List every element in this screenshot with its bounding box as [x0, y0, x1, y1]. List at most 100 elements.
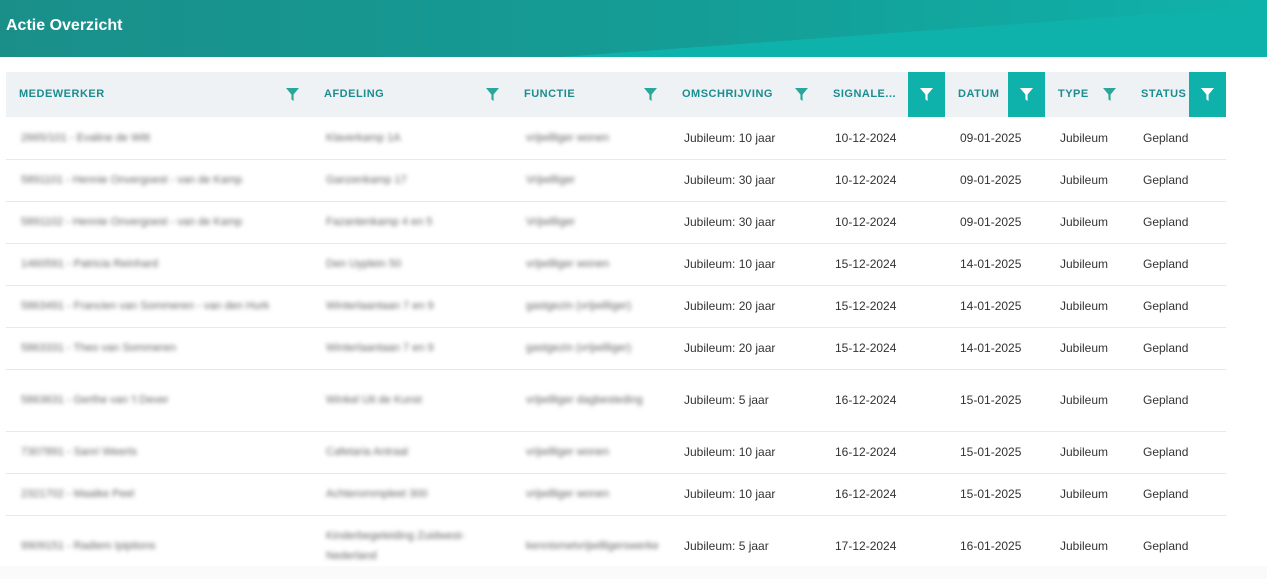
cell-status: Gepland: [1128, 473, 1226, 516]
column-header-afdeling[interactable]: AFDELING: [311, 72, 511, 117]
cell-type: Jubileum: [1045, 285, 1128, 328]
cell-omschrijving: Jubileum: 20 jaar: [669, 285, 820, 328]
cell-type: Jubileum: [1045, 243, 1128, 286]
column-header-functie[interactable]: FUNCTIE: [511, 72, 669, 117]
column-label: DATUM: [958, 88, 1000, 100]
page-title: Actie Overzicht: [6, 17, 123, 34]
cell-functie: vrijwilliger wonen: [511, 117, 669, 160]
cell-datum: 15-01-2025: [945, 473, 1045, 516]
table-row[interactable]: 1460591 - Patricia Reinhard Den Uyplein …: [6, 243, 1226, 286]
cell-status: Gepland: [1128, 201, 1226, 244]
cell-signalering: 15-12-2024: [820, 243, 945, 286]
filter-funnel-icon[interactable]: [1008, 72, 1045, 117]
filter-funnel-icon[interactable]: [1189, 72, 1226, 117]
filter-funnel-icon[interactable]: [783, 72, 820, 117]
cell-omschrijving: Jubileum: 20 jaar: [669, 327, 820, 370]
cell-omschrijving: Jubileum: 10 jaar: [669, 117, 820, 160]
table-row[interactable]: 2665/101 - Evaline de Witt Klaverkamp 1A…: [6, 117, 1226, 160]
cell-type: Jubileum: [1045, 159, 1128, 202]
cell-type: Jubileum: [1045, 117, 1128, 160]
cell-signalering: 16-12-2024: [820, 431, 945, 474]
cell-datum: 09-01-2025: [945, 201, 1045, 244]
table-row[interactable]: 7307891 - Sanri Weerts Cafetaria Antraal…: [6, 431, 1226, 474]
column-header-datum[interactable]: DATUM: [945, 72, 1045, 117]
cell-functie: vrijwilliger wonen: [511, 431, 669, 474]
cell-omschrijving: Jubileum: 10 jaar: [669, 243, 820, 286]
column-label: AFDELING: [324, 88, 385, 100]
table-row[interactable]: 5863631 - Gerthe van 't Dever Winkel Uit…: [6, 369, 1226, 432]
page-header: Actie Overzicht: [0, 0, 1267, 57]
column-label: MEDEWERKER: [19, 88, 105, 100]
cell-status: Gepland: [1128, 243, 1226, 286]
header-decoration: [560, 6, 1267, 57]
column-header-type[interactable]: TYPE: [1045, 72, 1128, 117]
cell-afdeling: Den Uyplein 50: [311, 243, 511, 286]
column-header-status[interactable]: STATUS: [1128, 72, 1226, 117]
cell-signalering: 10-12-2024: [820, 117, 945, 160]
cell-omschrijving: Jubileum: 30 jaar: [669, 159, 820, 202]
cell-omschrijving: Jubileum: 30 jaar: [669, 201, 820, 244]
cell-medewerker: 2665/101 - Evaline de Witt: [6, 117, 311, 160]
cell-status: Gepland: [1128, 431, 1226, 474]
filter-funnel-icon[interactable]: [632, 72, 669, 117]
cell-status: Gepland: [1128, 369, 1226, 432]
actions-table-container: MEDEWERKER AFDELING FUNCTIE OMSCHRIJVING…: [6, 72, 1226, 577]
cell-medewerker: 5863331 - Theo van Sommeren: [6, 327, 311, 370]
table-row[interactable]: 5891102 - Hennie Onvergoest - van de Kam…: [6, 201, 1226, 244]
cell-signalering: 15-12-2024: [820, 327, 945, 370]
cell-omschrijving: Jubileum: 5 jaar: [669, 369, 820, 432]
column-header-signalering[interactable]: SIGNALE...: [820, 72, 945, 117]
table-row[interactable]: 5863331 - Theo van Sommeren Winterlaanta…: [6, 327, 1226, 370]
cell-signalering: 16-12-2024: [820, 473, 945, 516]
cell-functie: gastgezin (vrijwilliger): [511, 285, 669, 328]
cell-omschrijving: Jubileum: 10 jaar: [669, 431, 820, 474]
cell-type: Jubileum: [1045, 327, 1128, 370]
column-label: TYPE: [1058, 88, 1089, 100]
cell-type: Jubileum: [1045, 431, 1128, 474]
page-bottom-strip: [0, 566, 1267, 579]
cell-signalering: 15-12-2024: [820, 285, 945, 328]
cell-functie: vrijwilliger wonen: [511, 473, 669, 516]
column-label: OMSCHRIJVING: [682, 88, 773, 100]
cell-afdeling: Winterlaantaan 7 en 9: [311, 327, 511, 370]
filter-funnel-icon[interactable]: [908, 72, 945, 117]
cell-afdeling: Klaverkamp 1A: [311, 117, 511, 160]
cell-signalering: 16-12-2024: [820, 369, 945, 432]
cell-datum: 09-01-2025: [945, 159, 1045, 202]
filter-funnel-icon[interactable]: [1091, 72, 1128, 117]
cell-type: Jubileum: [1045, 369, 1128, 432]
table-row[interactable]: 5863491 - Francien van Sommeren - van de…: [6, 285, 1226, 328]
cell-medewerker: 1460591 - Patricia Reinhard: [6, 243, 311, 286]
cell-datum: 15-01-2025: [945, 369, 1045, 432]
column-label: SIGNALE...: [833, 88, 897, 100]
cell-status: Gepland: [1128, 285, 1226, 328]
cell-datum: 14-01-2025: [945, 285, 1045, 328]
cell-type: Jubileum: [1045, 201, 1128, 244]
column-label: FUNCTIE: [524, 88, 576, 100]
cell-datum: 09-01-2025: [945, 117, 1045, 160]
cell-datum: 14-01-2025: [945, 327, 1045, 370]
cell-functie: gastgezin (vrijwilliger): [511, 327, 669, 370]
column-label: STATUS: [1141, 88, 1187, 100]
cell-functie: Vrijwilliger: [511, 201, 669, 244]
cell-status: Gepland: [1128, 327, 1226, 370]
cell-medewerker: 5891102 - Hennie Onvergoest - van de Kam…: [6, 201, 311, 244]
column-header-medewerker[interactable]: MEDEWERKER: [6, 72, 311, 117]
cell-medewerker: 5863631 - Gerthe van 't Dever: [6, 369, 311, 432]
cell-afdeling: Fazantenkamp 4 en 5: [311, 201, 511, 244]
cell-afdeling: Cafetaria Antraal: [311, 431, 511, 474]
table-header-row: MEDEWERKER AFDELING FUNCTIE OMSCHRIJVING…: [6, 72, 1226, 117]
cell-status: Gepland: [1128, 159, 1226, 202]
table-row[interactable]: 2321702 - Maaike Peel Achterommpleet 300…: [6, 473, 1226, 516]
cell-status: Gepland: [1128, 117, 1226, 160]
cell-functie: Vrijwilliger: [511, 159, 669, 202]
cell-functie: vrijwilliger wonen: [511, 243, 669, 286]
table-row[interactable]: 5891101 - Hennie Onvergoest - van de Kam…: [6, 159, 1226, 202]
cell-omschrijving: Jubileum: 10 jaar: [669, 473, 820, 516]
filter-funnel-icon[interactable]: [274, 72, 311, 117]
cell-functie: vrijwilliger dagbesteding: [511, 369, 669, 432]
column-header-omschrijving[interactable]: OMSCHRIJVING: [669, 72, 820, 117]
cell-medewerker: 5863491 - Francien van Sommeren - van de…: [6, 285, 311, 328]
cell-afdeling: Ganzenkamp 17: [311, 159, 511, 202]
filter-funnel-icon[interactable]: [474, 72, 511, 117]
